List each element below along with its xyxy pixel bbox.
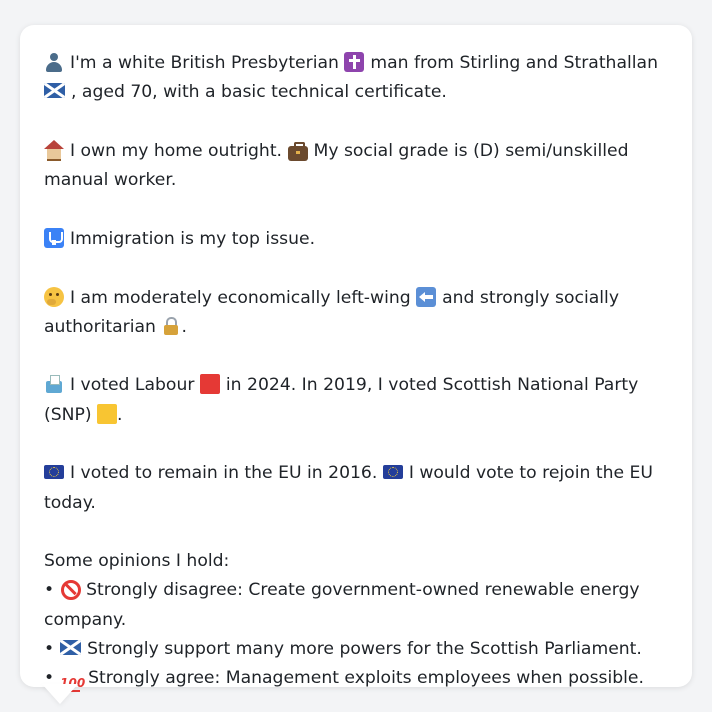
identity-text-2: man from Stirling and Strathallan [370,53,658,73]
identity-text-3: , aged 70, with a basic technical certif… [71,82,447,103]
identity-paragraph: I'm a white British Presbyterian man fro… [44,49,668,107]
red-square-icon [199,374,220,395]
bullet: • [44,638,55,659]
ideology-text-3: . [181,316,187,337]
voting-text-3: . [117,404,123,425]
lock-icon [161,316,181,336]
home-text-1: I own my home outright. [70,140,283,161]
saltire-icon [60,639,82,655]
ideology-text-1: I am moderately economically left-wing [70,287,411,308]
passport-control-icon [44,227,64,248]
ideology-paragraph: I am moderately economically left-wing a… [44,284,668,342]
house-icon [44,139,64,161]
yellow-square-icon [97,403,118,424]
opinion-item: • Strongly disagree: Create government-ow… [44,576,668,634]
opinion-item: • Strongly support many more powers for t… [44,635,668,664]
issue-text: Immigration is my top issue. [70,228,316,249]
cross-icon [344,52,365,72]
person-icon [44,52,64,72]
briefcase-icon [287,141,308,161]
ballot-box-icon [44,374,64,394]
persona-card: I'm a white British Presbyterian man fro… [20,25,692,693]
thinking-face-icon [44,286,64,307]
opinion-item: • 100 Strongly agree: Management exploits … [44,664,668,693]
eu-flag-icon [44,465,64,480]
voting-paragraph: I voted Labour in 2024. In 2019, I voted… [44,371,668,429]
prohibited-icon [60,579,82,601]
identity-text-1: I'm a white British Presbyterian [70,53,339,73]
eu-paragraph: I voted to remain in the EU in 2016. I w… [44,459,668,517]
eu-flag-icon [382,465,403,480]
speech-bubble-tail [42,684,78,704]
bullet: • [44,580,55,601]
opinions-heading: Some opinions I hold: [44,551,230,572]
issue-paragraph: Immigration is my top issue. [44,225,668,254]
voting-text-1: I voted Labour [70,375,195,396]
opinion-text: Strongly disagree: Create government-own… [44,580,640,630]
left-arrow-icon [416,286,437,307]
home-paragraph: I own my home outright. My social grade … [44,137,668,195]
opinion-text: Strongly support many more powers for th… [87,638,642,659]
eu-text-1: I voted to remain in the EU in 2016. [70,463,378,484]
saltire-icon [44,83,65,99]
opinion-text: Strongly agree: Management exploits empl… [88,668,644,689]
